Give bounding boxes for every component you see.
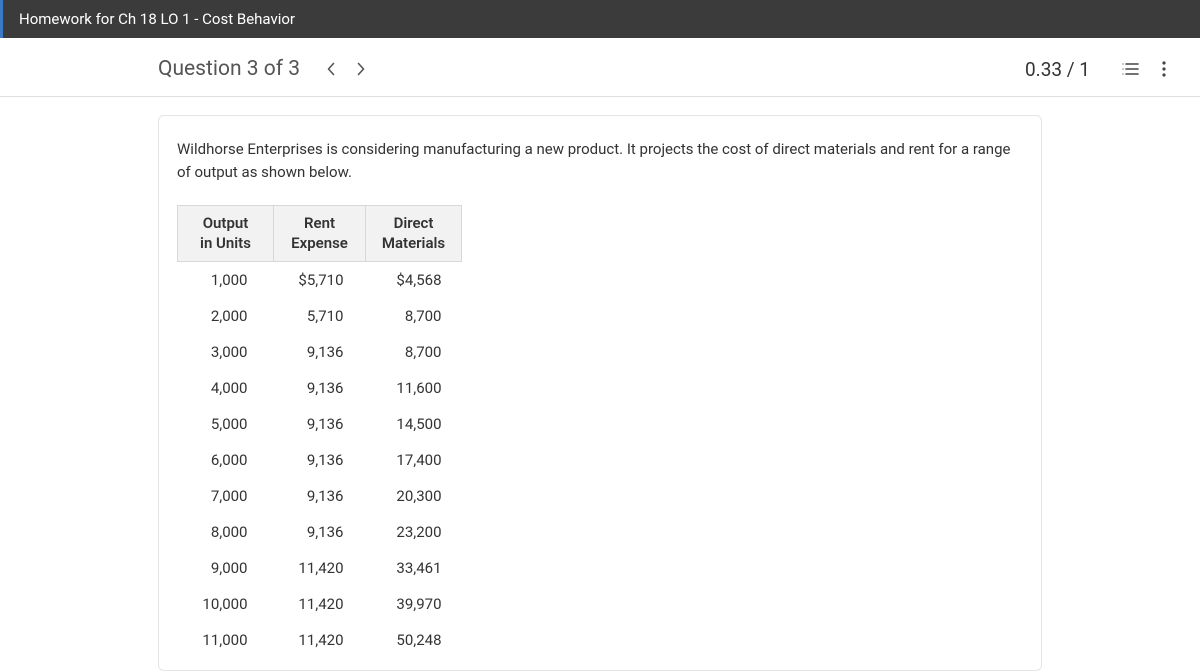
table-row: 1,000$5,710$4,568 (178, 262, 462, 299)
cell-direct-materials: $4,568 (366, 262, 462, 299)
cell-rent: 9,136 (274, 514, 366, 550)
cell-output: 3,000 (178, 334, 274, 370)
page-title: Homework for Ch 18 LO 1 - Cost Behavior (19, 10, 295, 28)
score-display: 0.33 / 1 (1025, 58, 1090, 81)
cell-output: 7,000 (178, 478, 274, 514)
table-row: 11,00011,42050,248 (178, 622, 462, 658)
cell-output: 6,000 (178, 442, 274, 478)
table-row: 2,0005,7108,700 (178, 298, 462, 334)
table-row: 10,00011,42039,970 (178, 586, 462, 622)
chevron-left-icon (326, 62, 336, 76)
question-nav-bar: Question 3 of 3 0.33 / 1 (0, 38, 1200, 97)
list-icon (1121, 62, 1139, 76)
cell-output: 10,000 (178, 586, 274, 622)
table-row: 7,0009,13620,300 (178, 478, 462, 514)
table-row: 3,0009,1368,700 (178, 334, 462, 370)
cell-rent: 9,136 (274, 478, 366, 514)
cost-table: Output in Units Rent Expense Direct Mate… (177, 205, 462, 658)
page-header: Homework for Ch 18 LO 1 - Cost Behavior (0, 0, 1200, 38)
question-prompt: Wildhorse Enterprises is considering man… (177, 138, 1023, 183)
col-header-rent: Rent Expense (274, 206, 366, 262)
cell-output: 11,000 (178, 622, 274, 658)
cell-rent: 9,136 (274, 334, 366, 370)
table-row: 6,0009,13617,400 (178, 442, 462, 478)
cell-rent: 11,420 (274, 622, 366, 658)
cell-direct-materials: 8,700 (366, 334, 462, 370)
question-list-button[interactable] (1118, 57, 1142, 81)
table-row: 8,0009,13623,200 (178, 514, 462, 550)
cell-direct-materials: 39,970 (366, 586, 462, 622)
chevron-right-icon (356, 62, 366, 76)
more-options-button[interactable] (1152, 57, 1176, 81)
prev-question-button[interactable] (318, 56, 344, 82)
cell-rent: 9,136 (274, 406, 366, 442)
cell-direct-materials: 14,500 (366, 406, 462, 442)
cell-output: 5,000 (178, 406, 274, 442)
table-row: 4,0009,13611,600 (178, 370, 462, 406)
table-row: 5,0009,13614,500 (178, 406, 462, 442)
col-header-output: Output in Units (178, 206, 274, 262)
question-counter: Question 3 of 3 (158, 57, 300, 81)
col-header-direct-materials: Direct Materials (366, 206, 462, 262)
cell-rent: 9,136 (274, 442, 366, 478)
question-card: Wildhorse Enterprises is considering man… (158, 115, 1042, 671)
cell-output: 2,000 (178, 298, 274, 334)
cell-output: 8,000 (178, 514, 274, 550)
cell-output: 1,000 (178, 262, 274, 299)
table-row: 9,00011,42033,461 (178, 550, 462, 586)
cell-direct-materials: 11,600 (366, 370, 462, 406)
cell-direct-materials: 33,461 (366, 550, 462, 586)
cell-rent: 11,420 (274, 550, 366, 586)
cell-rent: 11,420 (274, 586, 366, 622)
next-question-button[interactable] (348, 56, 374, 82)
cell-direct-materials: 17,400 (366, 442, 462, 478)
kebab-icon (1162, 61, 1166, 77)
cell-rent: 9,136 (274, 370, 366, 406)
cell-direct-materials: 8,700 (366, 298, 462, 334)
cell-output: 9,000 (178, 550, 274, 586)
cell-direct-materials: 20,300 (366, 478, 462, 514)
cell-output: 4,000 (178, 370, 274, 406)
content-area: Wildhorse Enterprises is considering man… (0, 97, 1200, 671)
cell-rent: 5,710 (274, 298, 366, 334)
cell-direct-materials: 50,248 (366, 622, 462, 658)
cell-direct-materials: 23,200 (366, 514, 462, 550)
cell-rent: $5,710 (274, 262, 366, 299)
